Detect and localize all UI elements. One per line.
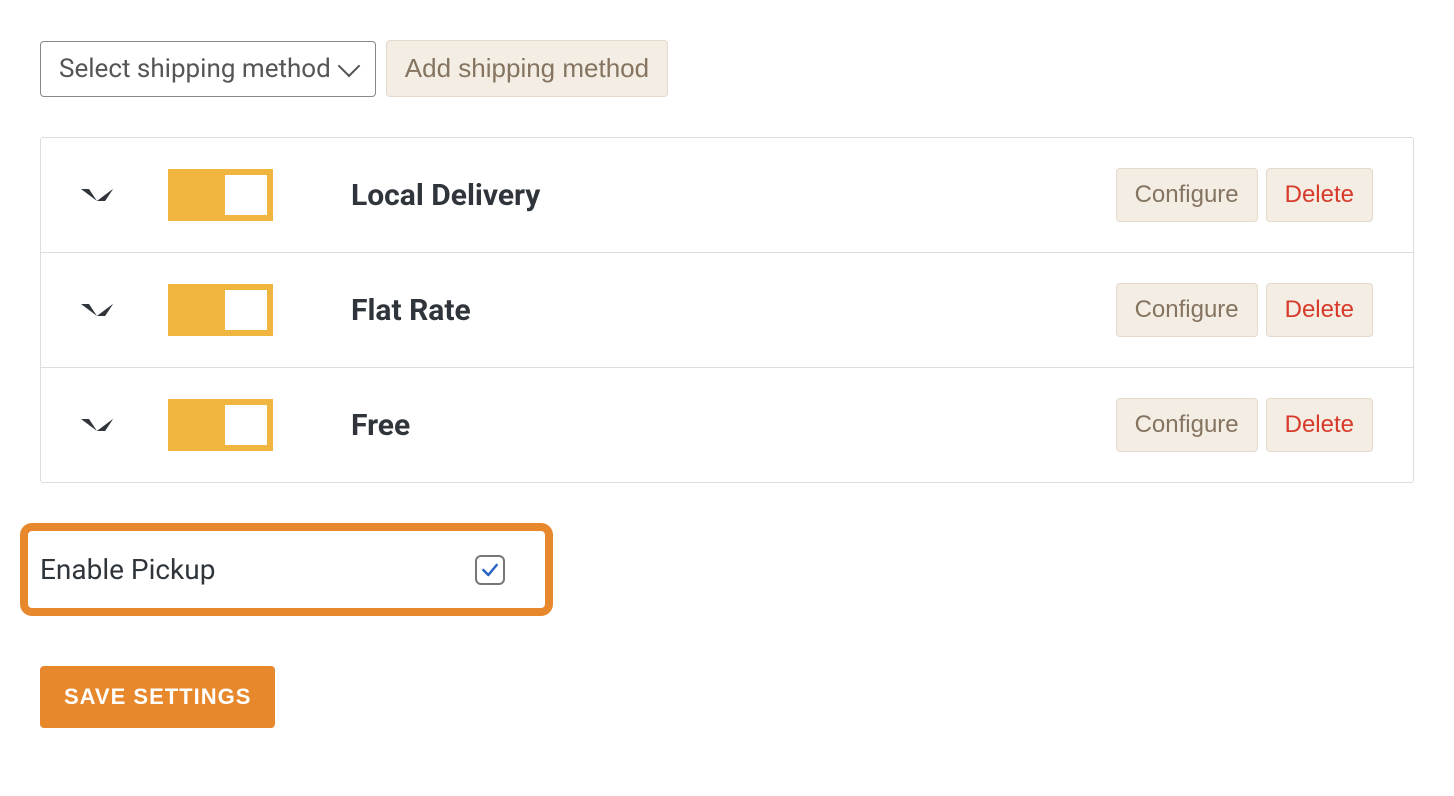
- enable-pickup-checkbox[interactable]: [475, 555, 505, 585]
- shipping-methods-table: Local Delivery Configure Delete Flat Rat…: [40, 137, 1414, 483]
- method-name: Free: [351, 408, 1116, 443]
- save-settings-label: SAVE SETTINGS: [64, 684, 251, 709]
- delete-button[interactable]: Delete: [1266, 168, 1373, 222]
- sort-handle-icon[interactable]: [81, 300, 113, 320]
- add-shipping-method-label: Add shipping method: [405, 53, 649, 84]
- enable-toggle[interactable]: [168, 399, 273, 451]
- enable-toggle[interactable]: [168, 284, 273, 336]
- sort-handle-icon[interactable]: [81, 415, 113, 435]
- delete-button[interactable]: Delete: [1266, 283, 1373, 337]
- method-name: Local Delivery: [351, 178, 1116, 213]
- enable-pickup-highlight: Enable Pickup: [20, 523, 553, 616]
- shipping-method-select-label: Select shipping method: [59, 54, 331, 84]
- save-settings-button[interactable]: SAVE SETTINGS: [40, 666, 275, 728]
- table-row: Local Delivery Configure Delete: [41, 138, 1413, 253]
- configure-button[interactable]: Configure: [1116, 398, 1258, 452]
- add-shipping-method-button[interactable]: Add shipping method: [386, 40, 668, 97]
- configure-button[interactable]: Configure: [1116, 283, 1258, 337]
- enable-toggle[interactable]: [168, 169, 273, 221]
- row-actions: Configure Delete: [1116, 398, 1373, 452]
- row-actions: Configure Delete: [1116, 283, 1373, 337]
- chevron-down-icon: [337, 54, 360, 77]
- method-name: Flat Rate: [351, 293, 1116, 328]
- table-row: Flat Rate Configure Delete: [41, 253, 1413, 368]
- check-icon: [480, 560, 500, 580]
- configure-button[interactable]: Configure: [1116, 168, 1258, 222]
- row-actions: Configure Delete: [1116, 168, 1373, 222]
- enable-pickup-label: Enable Pickup: [40, 553, 215, 586]
- delete-button[interactable]: Delete: [1266, 398, 1373, 452]
- shipping-method-select[interactable]: Select shipping method: [40, 41, 376, 97]
- sort-handle-icon[interactable]: [81, 185, 113, 205]
- table-row: Free Configure Delete: [41, 368, 1413, 482]
